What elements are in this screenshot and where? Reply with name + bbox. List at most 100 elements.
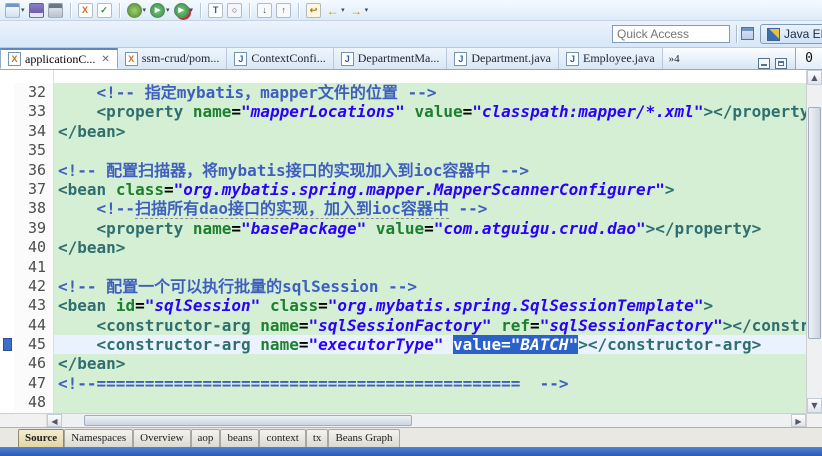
code-text[interactable]: <!-- 指定mybatis，mapper文件的位置 --> xyxy=(54,83,806,103)
bottom-tab-overview[interactable]: Overview xyxy=(133,429,191,447)
code-line[interactable]: 42 <!-- 配置一个可以执行批量的sqlSession --> xyxy=(0,276,806,297)
editor-tab[interactable]: DepartmentMa... xyxy=(333,48,448,69)
bottom-tab-namespaces[interactable]: Namespaces xyxy=(64,429,134,447)
line-number[interactable]: 36 xyxy=(14,160,54,180)
code-text[interactable]: </bean> xyxy=(54,238,806,258)
line-number[interactable]: 38 xyxy=(14,199,54,219)
dropdown-caret-icon[interactable]: ▾ xyxy=(143,6,147,14)
bottom-tab-source[interactable]: Source xyxy=(18,429,65,447)
line-number[interactable]: 43 xyxy=(14,296,54,316)
code-line[interactable]: 34 </bean> xyxy=(0,121,806,142)
code-text[interactable]: <!-- 配置一个可以执行批量的sqlSession --> xyxy=(54,276,806,297)
line-number[interactable]: 48 xyxy=(14,393,54,413)
new-xml-file-button[interactable] xyxy=(77,2,94,19)
code-line[interactable]: 37 <bean class="org.mybatis.spring.mapper… xyxy=(0,179,806,200)
code-line[interactable]: 38 <!--扫描所有dao接口的实现，加入到ioc容器中 --> xyxy=(0,199,806,219)
code-text[interactable]: <bean id="sqlSession" class="org.mybatis… xyxy=(54,296,806,316)
run-button[interactable]: ▾ xyxy=(149,2,171,19)
line-number[interactable]: 32 xyxy=(14,83,54,103)
scroll-right-arrow-icon[interactable]: ▶ xyxy=(791,414,806,427)
code-line[interactable]: 39 <property name="basePackage" value="c… xyxy=(0,218,806,239)
code-line[interactable]: 32 <!-- 指定mybatis，mapper文件的位置 --> xyxy=(0,83,806,103)
collapsed-pane-label[interactable]: 0 xyxy=(795,48,822,69)
vertical-scroll-thumb[interactable] xyxy=(808,106,821,339)
line-number[interactable]: 35 xyxy=(14,141,54,161)
line-number[interactable]: 41 xyxy=(14,257,54,277)
scroll-down-arrow-icon[interactable]: ▼ xyxy=(807,398,822,413)
tab-overflow-chevron[interactable]: »4 xyxy=(663,53,686,65)
code-line[interactable]: 45 <constructor-arg name="executorType" … xyxy=(0,335,806,355)
code-text[interactable]: <property name="basePackage" value="com.… xyxy=(54,218,806,239)
code-line[interactable]: 36 <!-- 配置扫描器，将mybatis接口的实现加入到ioc容器中 --> xyxy=(0,160,806,180)
line-number[interactable]: 44 xyxy=(14,315,54,336)
code-text[interactable]: <property name="mapperLocations" value="… xyxy=(54,102,806,122)
dropdown-caret-icon[interactable]: ▾ xyxy=(190,6,194,14)
code-line[interactable]: 44 <constructor-arg name="sqlSessionFact… xyxy=(0,315,806,336)
code-text[interactable]: <constructor-arg name="executorType" val… xyxy=(54,335,806,355)
scroll-left-arrow-icon[interactable]: ◀ xyxy=(47,414,62,427)
editor-tab[interactable]: Department.java xyxy=(447,48,560,69)
horizontal-scroll-thumb[interactable] xyxy=(83,415,412,426)
vertical-scroll-track[interactable] xyxy=(807,85,822,398)
search-button[interactable] xyxy=(226,2,243,19)
line-number[interactable]: 37 xyxy=(14,179,54,200)
code-line[interactable]: 43 <bean id="sqlSession" class="org.mybat… xyxy=(0,296,806,316)
editor-tab[interactable]: ContextConfi... xyxy=(227,48,334,69)
code-text[interactable]: <constructor-arg name="sqlSessionFactory… xyxy=(54,315,806,336)
tab-close-icon[interactable]: ✕ xyxy=(101,54,109,65)
save-button[interactable] xyxy=(28,2,45,19)
code-text[interactable]: <!--====================================… xyxy=(54,373,806,394)
bottom-tab-context[interactable]: context xyxy=(259,429,306,447)
scroll-up-arrow-icon[interactable]: ▲ xyxy=(807,70,822,85)
last-edit-location-button[interactable] xyxy=(305,2,322,19)
forward-button[interactable]: ▾ xyxy=(348,2,370,19)
external-tools-button[interactable]: ▾ xyxy=(173,2,195,19)
code-text[interactable]: </bean> xyxy=(54,354,806,374)
code-line[interactable]: 46 </bean> xyxy=(0,354,806,374)
bottom-tab-beans-graph[interactable]: Beans Graph xyxy=(328,429,400,447)
horizontal-scroll-track[interactable] xyxy=(62,414,791,427)
code-text[interactable]: </bean> xyxy=(54,121,806,142)
code-text[interactable] xyxy=(54,257,806,277)
new-wizard-button[interactable]: ▾ xyxy=(4,2,26,19)
editor-tab[interactable]: ssm-crud/pom... xyxy=(117,48,228,69)
line-number[interactable]: 34 xyxy=(14,121,54,142)
bottom-tab-tx[interactable]: tx xyxy=(305,429,329,447)
code-text[interactable]: <bean class="org.mybatis.spring.mapper.M… xyxy=(54,179,806,200)
maximize-view-button[interactable] xyxy=(775,58,787,69)
dropdown-caret-icon[interactable]: ▾ xyxy=(166,6,170,14)
code-line[interactable]: 41 xyxy=(0,257,806,277)
line-number[interactable]: 45 xyxy=(14,335,54,355)
code-text[interactable]: <!--扫描所有dao接口的实现，加入到ioc容器中 --> xyxy=(54,199,806,219)
back-button[interactable]: ▾ xyxy=(324,2,346,19)
line-number[interactable]: 33 xyxy=(14,102,54,122)
validate-button[interactable] xyxy=(96,2,113,19)
bottom-tab-aop[interactable]: aop xyxy=(190,429,221,447)
code-text[interactable] xyxy=(54,393,806,413)
editor-tab[interactable]: applicationC... ✕ xyxy=(0,48,118,69)
dropdown-caret-icon[interactable]: ▾ xyxy=(21,6,25,14)
debug-button[interactable]: ▾ xyxy=(126,2,148,19)
code-line[interactable]: 48 xyxy=(0,393,806,413)
prev-annotation-button[interactable] xyxy=(275,2,292,19)
line-number[interactable]: 40 xyxy=(14,238,54,258)
horizontal-scrollbar[interactable]: ◀ ▶ xyxy=(0,413,806,427)
code-text[interactable]: <!-- 配置扫描器，将mybatis接口的实现加入到ioc容器中 --> xyxy=(54,160,806,180)
line-number[interactable]: 39 xyxy=(14,218,54,239)
vertical-scrollbar[interactable]: ▲ ▼ xyxy=(806,70,822,427)
open-perspective-icon[interactable] xyxy=(741,27,754,40)
bottom-tab-beans[interactable]: beans xyxy=(220,429,260,447)
code-rows[interactable]: 32 <!-- 指定mybatis，mapper文件的位置 --> 33 <pro… xyxy=(0,70,806,413)
java-ee-perspective-button[interactable]: Java EE xyxy=(760,24,822,44)
dropdown-caret-icon[interactable]: ▾ xyxy=(341,6,345,14)
code-line[interactable]: 47 <!--==================================… xyxy=(0,373,806,394)
code-line[interactable]: 35 xyxy=(0,141,806,161)
line-number[interactable]: 46 xyxy=(14,354,54,374)
print-button[interactable] xyxy=(47,2,64,19)
minimize-view-button[interactable] xyxy=(758,58,770,69)
code-line[interactable]: 33 <property name="mapperLocations" valu… xyxy=(0,102,806,122)
line-number[interactable]: 42 xyxy=(14,276,54,297)
line-number[interactable]: 47 xyxy=(14,373,54,394)
open-type-button[interactable] xyxy=(207,2,224,19)
code-text[interactable] xyxy=(54,141,806,161)
